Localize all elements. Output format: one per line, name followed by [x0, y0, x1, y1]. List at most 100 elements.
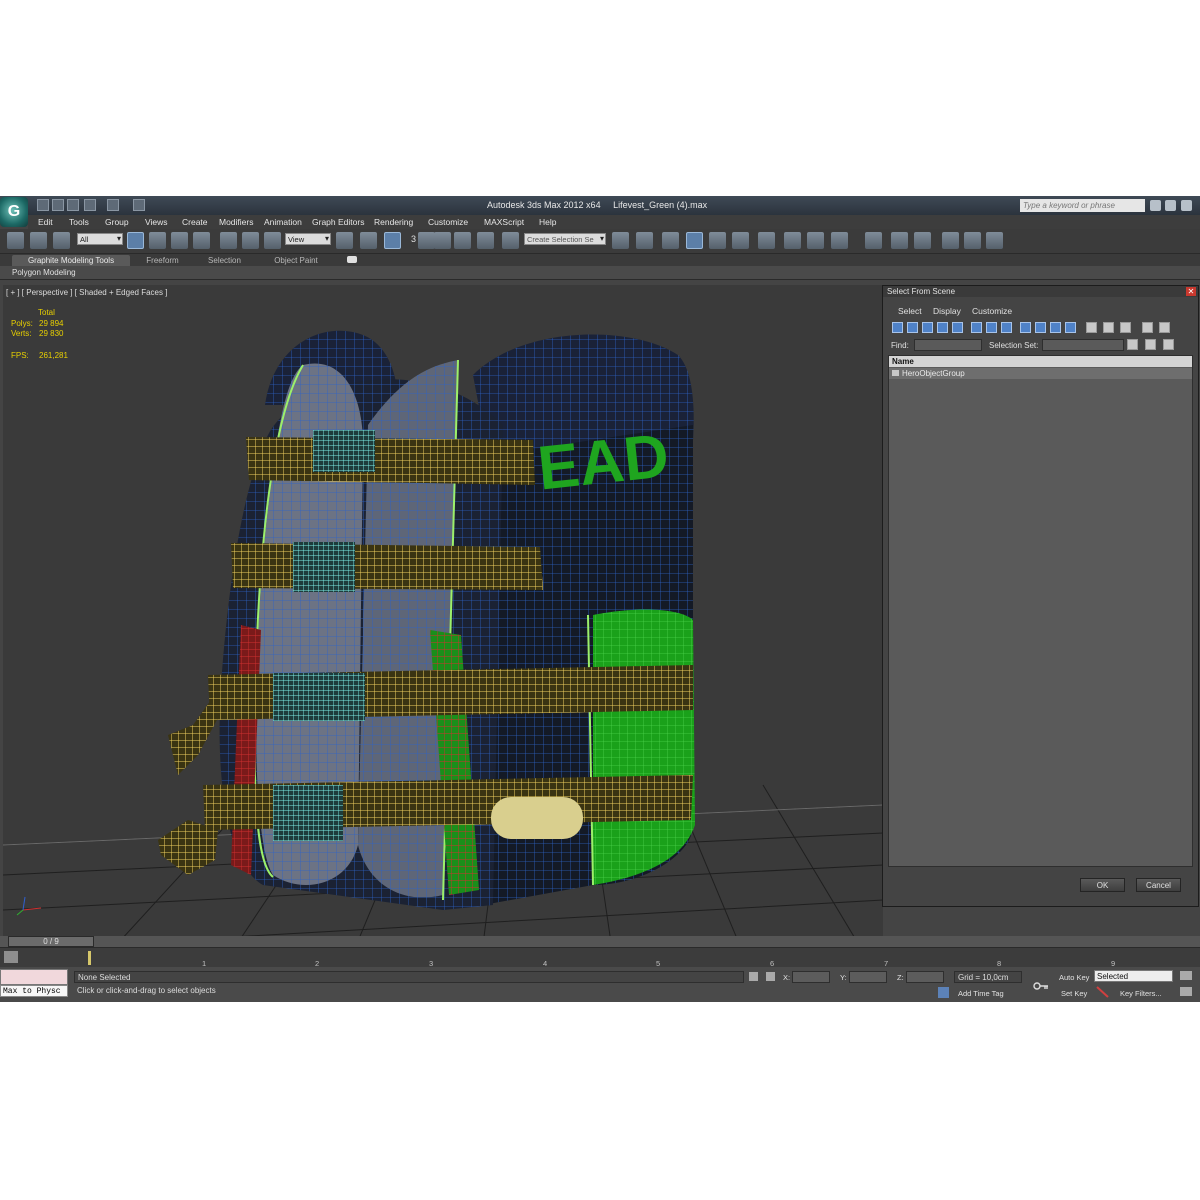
menu-tools[interactable]: Tools: [69, 217, 89, 227]
curve-editor-icon[interactable]: [709, 232, 726, 249]
scene-object-list[interactable]: Name HeroObjectGroup: [888, 355, 1193, 867]
maxscript-listener-input[interactable]: Max to Physc: [0, 985, 68, 997]
render-setup-icon[interactable]: [784, 232, 801, 249]
select-manipulate-icon[interactable]: [360, 232, 377, 249]
key-filters-button[interactable]: Key Filters...: [1120, 989, 1162, 998]
render-production-icon[interactable]: [831, 232, 848, 249]
new-file-icon[interactable]: [37, 199, 49, 211]
simulate-icon[interactable]: [942, 232, 959, 249]
menu-modifiers[interactable]: Modifiers: [219, 217, 253, 227]
menu-help[interactable]: Help: [539, 217, 556, 227]
display-none-icon[interactable]: [1103, 322, 1114, 333]
material-editor-icon[interactable]: [758, 232, 775, 249]
funnel-filter-icon[interactable]: [1142, 322, 1153, 333]
edit-named-selection-icon[interactable]: [502, 232, 519, 249]
binoculars-icon[interactable]: [1150, 200, 1161, 211]
menu-create[interactable]: Create: [182, 217, 208, 227]
filter-hidden-icon[interactable]: [1065, 322, 1076, 333]
select-and-link-icon[interactable]: [7, 232, 24, 249]
menu-group[interactable]: Group: [105, 217, 129, 227]
filter-lights-icon[interactable]: [922, 322, 933, 333]
reference-coordinate-dropdown[interactable]: View: [285, 233, 331, 245]
y-coordinate-input[interactable]: [849, 971, 887, 983]
move-icon[interactable]: [220, 232, 237, 249]
container-icon[interactable]: [865, 232, 882, 249]
list-column-name[interactable]: Name: [889, 356, 1192, 367]
schematic-view-icon[interactable]: [732, 232, 749, 249]
snaps-toggle-icon[interactable]: [418, 232, 435, 249]
close-icon[interactable]: ✕: [1186, 287, 1196, 296]
selection-set-remove-icon[interactable]: [1145, 339, 1156, 350]
key-icon[interactable]: [1033, 981, 1049, 991]
filter-shapes-icon[interactable]: [907, 322, 918, 333]
menu-maxscript[interactable]: MAXScript: [484, 217, 524, 227]
window-crossing-icon[interactable]: [193, 232, 210, 249]
mirror-icon[interactable]: [612, 232, 629, 249]
rotate-icon[interactable]: [242, 232, 259, 249]
filter-containers-icon[interactable]: [1035, 322, 1046, 333]
selection-set-add-icon[interactable]: [1127, 339, 1138, 350]
tab-graphite-modeling-tools[interactable]: Graphite Modeling Tools: [12, 255, 130, 266]
lock-selection-icon[interactable]: [749, 972, 758, 981]
tab-freeform[interactable]: Freeform: [135, 255, 190, 266]
ribbon-options-icon[interactable]: [347, 256, 357, 263]
filter-frozen-icon[interactable]: [1050, 322, 1061, 333]
find-input[interactable]: [914, 339, 982, 351]
filter-groups-icon[interactable]: [986, 322, 997, 333]
dialog-menu-select[interactable]: Select: [898, 306, 922, 316]
add-time-tag-label[interactable]: Add Time Tag: [958, 989, 1004, 998]
menu-animation[interactable]: Animation: [264, 217, 302, 227]
angle-snap-icon[interactable]: [434, 232, 451, 249]
menu-customize[interactable]: Customize: [428, 217, 468, 227]
unlink-icon[interactable]: [30, 232, 47, 249]
maxscript-output[interactable]: [0, 969, 68, 985]
reset-simulation-icon[interactable]: [964, 232, 981, 249]
perspective-viewport[interactable]: [ + ] [ Perspective ] [ Shaded + Edged F…: [3, 285, 883, 1002]
time-slider-handle[interactable]: 0 / 9: [8, 936, 94, 947]
selection-set-dropdown[interactable]: [1042, 339, 1124, 351]
open-file-icon[interactable]: [52, 199, 64, 211]
menu-rendering[interactable]: Rendering: [374, 217, 413, 227]
display-invert-icon[interactable]: [1120, 322, 1131, 333]
select-by-name-icon[interactable]: [149, 232, 166, 249]
z-coordinate-input[interactable]: [906, 971, 944, 983]
x-coordinate-input[interactable]: [792, 971, 830, 983]
cloth-icon[interactable]: [986, 232, 1003, 249]
trackbar[interactable]: 1 2 3 4 5 6 7 8 9: [0, 947, 1200, 968]
curve-editor-mini-icon[interactable]: [4, 951, 18, 963]
undo-icon[interactable]: [84, 199, 96, 211]
bind-space-warp-icon[interactable]: [53, 232, 70, 249]
star-icon[interactable]: [1165, 200, 1176, 211]
pivot-center-icon[interactable]: [336, 232, 353, 249]
key-mode-dropdown[interactable]: Selected: [1094, 970, 1173, 982]
menu-edit[interactable]: Edit: [38, 217, 53, 227]
filter-cameras-icon[interactable]: [937, 322, 948, 333]
selection-set-edit-icon[interactable]: [1163, 339, 1174, 350]
help-search-input[interactable]: Type a keyword or phrase: [1020, 199, 1145, 212]
keyboard-shortcut-override-icon[interactable]: [384, 232, 401, 249]
named-selection-sets-dropdown[interactable]: Create Selection Se: [524, 233, 606, 245]
tab-object-paint[interactable]: Object Paint: [262, 255, 330, 266]
dialog-menu-display[interactable]: Display: [933, 306, 961, 316]
go-to-start-icon[interactable]: [1180, 971, 1192, 980]
auto-key-button[interactable]: Auto Key: [1059, 973, 1089, 982]
save-file-icon[interactable]: [67, 199, 79, 211]
dialog-menu-customize[interactable]: Customize: [972, 306, 1012, 316]
cancel-button[interactable]: Cancel: [1136, 878, 1181, 892]
filter-xrefs-icon[interactable]: [1001, 322, 1012, 333]
menu-graph-editors[interactable]: Graph Editors: [312, 217, 364, 227]
percent-snap-icon[interactable]: [454, 232, 471, 249]
filter-spacewarps-icon[interactable]: [971, 322, 982, 333]
rectangular-selection-icon[interactable]: [171, 232, 188, 249]
rendered-frame-window-icon[interactable]: [807, 232, 824, 249]
polygon-modeling-label[interactable]: Polygon Modeling: [12, 268, 76, 277]
align-icon[interactable]: [636, 232, 653, 249]
menu-views[interactable]: Views: [145, 217, 168, 227]
select-object-icon[interactable]: [127, 232, 144, 249]
physx-icon[interactable]: [891, 232, 908, 249]
absolute-mode-icon[interactable]: [766, 972, 775, 981]
filter-geometry-icon[interactable]: [892, 322, 903, 333]
add-time-tag-icon[interactable]: [938, 987, 949, 998]
app-logo-button[interactable]: G: [0, 197, 28, 227]
graphite-toggle-icon[interactable]: [686, 232, 703, 249]
